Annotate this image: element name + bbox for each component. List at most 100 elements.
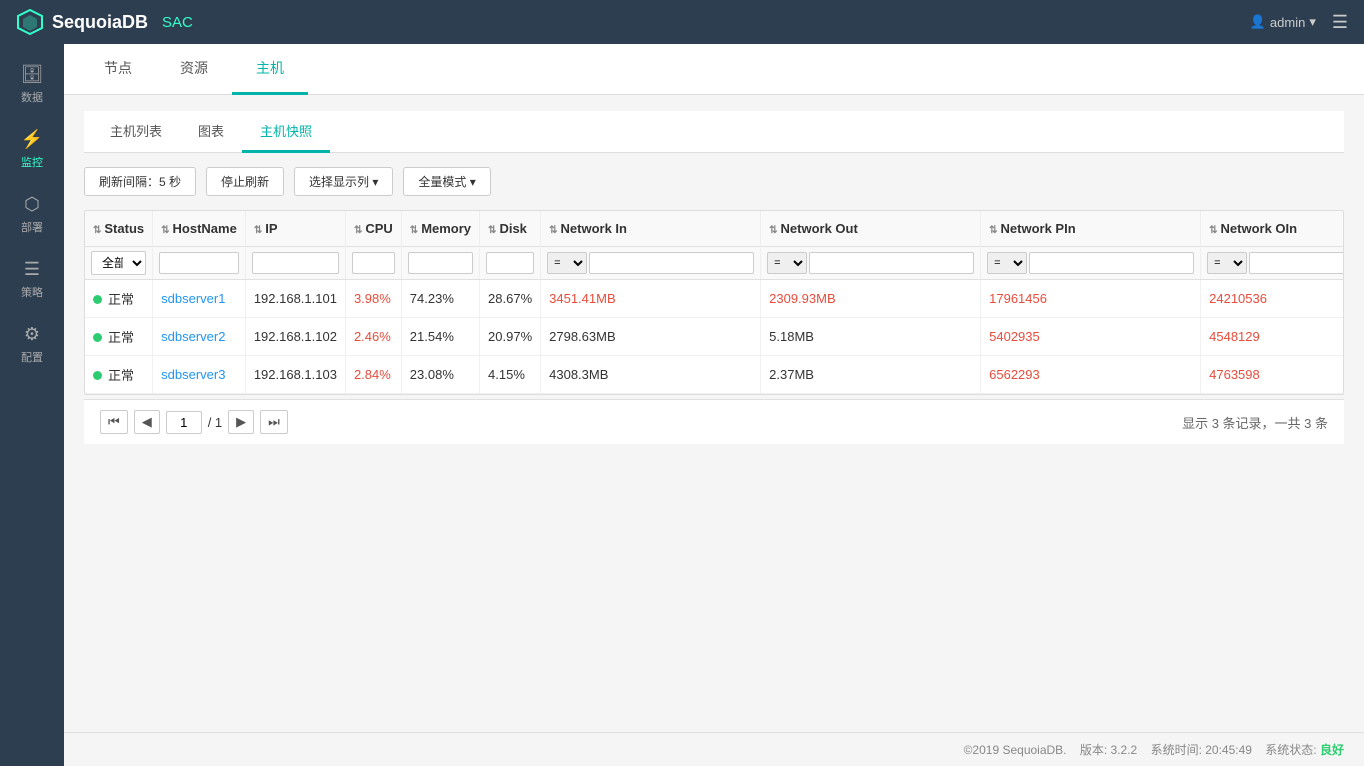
strategy-icon: ☰: [24, 259, 40, 280]
tab-node[interactable]: 节点: [80, 44, 156, 95]
col-network-pin[interactable]: ⇅Network PIn: [981, 211, 1201, 247]
table-filter-row: 全部 正常 异常: [85, 247, 1344, 280]
version-label: 版本: 3.2.2: [1080, 743, 1137, 757]
stop-refresh-button[interactable]: 停止刷新: [206, 167, 284, 196]
filter-network-oin-op[interactable]: =: [1207, 252, 1247, 274]
cell-ip: 192.168.1.103: [245, 356, 345, 394]
sub-tab-host-list[interactable]: 主机列表: [92, 111, 180, 153]
main-tab-bar: 节点 资源 主机: [64, 44, 1364, 95]
filter-memory-cell[interactable]: [401, 247, 479, 280]
cell-hostname[interactable]: sdbserver1: [153, 280, 246, 318]
sidebar-item-deploy[interactable]: ⬡ 部署: [0, 184, 64, 245]
col-hostname[interactable]: ⇅HostName: [153, 211, 246, 247]
next-page-button[interactable]: ▶: [228, 410, 254, 434]
monitor-icon: ⚡: [21, 129, 43, 150]
filter-network-oin-cell[interactable]: =: [1201, 247, 1344, 280]
last-page-button[interactable]: ⏭: [260, 410, 288, 434]
filter-cpu-cell[interactable]: [345, 247, 401, 280]
col-memory[interactable]: ⇅Memory: [401, 211, 479, 247]
record-info: 显示 3 条记录，一共 3 条: [1182, 413, 1328, 432]
hostname-link[interactable]: sdbserver2: [161, 329, 225, 344]
filter-network-out-input[interactable]: [809, 252, 974, 274]
sub-tab-bar: 主机列表 图表 主机快照: [84, 111, 1344, 153]
cell-memory: 21.54%: [401, 318, 479, 356]
footer: ©2019 SequoiaDB. 版本: 3.2.2 系统时间: 20:45:4…: [64, 732, 1364, 766]
filter-memory-input[interactable]: [408, 252, 473, 274]
filter-hostname-input[interactable]: [159, 252, 239, 274]
cell-memory: 23.08%: [401, 356, 479, 394]
cell-network-out: 5.18MB: [761, 318, 981, 356]
sidebar-item-config[interactable]: ⚙ 配置: [0, 314, 64, 375]
logo-icon: [16, 8, 44, 36]
tab-host[interactable]: 主机: [232, 44, 308, 95]
admin-button[interactable]: 👤 admin ▾: [1250, 14, 1316, 30]
col-cpu[interactable]: ⇅CPU: [345, 211, 401, 247]
sidebar-item-deploy-label: 部署: [21, 219, 43, 235]
refresh-interval-button[interactable]: 刷新间隔：5 秒: [84, 167, 196, 196]
filter-network-out-cell[interactable]: =: [761, 247, 981, 280]
status-text: 正常: [108, 292, 134, 307]
select-columns-button[interactable]: 选择显示列 ▾: [294, 167, 393, 196]
sidebar-item-monitor[interactable]: ⚡ 监控: [0, 119, 64, 180]
cell-disk: 4.15%: [480, 356, 541, 394]
status-text: 正常: [108, 330, 134, 345]
col-network-in[interactable]: ⇅Network In: [541, 211, 761, 247]
logo-area: SequoiaDB SAC: [16, 8, 193, 36]
sidebar-item-strategy[interactable]: ☰ 策略: [0, 249, 64, 310]
filter-network-in-op[interactable]: =: [547, 252, 587, 274]
status-dot: [93, 333, 102, 342]
hostname-link[interactable]: sdbserver3: [161, 367, 225, 382]
filter-network-out-op[interactable]: =: [767, 252, 807, 274]
first-page-button[interactable]: ⏮: [100, 410, 128, 434]
filter-status-cell[interactable]: 全部 正常 异常: [85, 247, 153, 280]
tab-resource[interactable]: 资源: [156, 44, 232, 95]
filter-status-select[interactable]: 全部 正常 异常: [91, 251, 146, 275]
sidebar-item-strategy-label: 策略: [21, 284, 43, 300]
top-header: SequoiaDB SAC 👤 admin ▾ ☰: [0, 0, 1364, 44]
filter-network-pin-input[interactable]: [1029, 252, 1194, 274]
copyright: ©2019 SequoiaDB.: [964, 743, 1067, 757]
filter-network-pin-cell[interactable]: =: [981, 247, 1201, 280]
filter-ip-cell[interactable]: [245, 247, 345, 280]
col-status[interactable]: ⇅Status: [85, 211, 153, 247]
col-network-oin[interactable]: ⇅Network OIn: [1201, 211, 1344, 247]
admin-icon: 👤: [1250, 14, 1266, 30]
filter-disk-input[interactable]: [486, 252, 534, 274]
cell-hostname[interactable]: sdbserver3: [153, 356, 246, 394]
filter-disk-cell[interactable]: [480, 247, 541, 280]
sub-tab-chart[interactable]: 图表: [180, 111, 242, 153]
filter-cpu-input[interactable]: [352, 252, 395, 274]
page-number-input[interactable]: [166, 411, 202, 434]
filter-network-oin-input[interactable]: [1249, 252, 1344, 274]
cell-network-in: 2798.63MB: [541, 318, 761, 356]
filter-network-in-cell[interactable]: =: [541, 247, 761, 280]
table-body: 正常sdbserver1192.168.1.1013.98%74.23%28.6…: [85, 280, 1344, 394]
main-content: 节点 资源 主机 主机列表 图表 主机快照 刷新间隔：5 秒 停止刷新 选择显示…: [64, 44, 1364, 766]
filter-network-in-input[interactable]: [589, 252, 754, 274]
filter-hostname-cell[interactable]: [153, 247, 246, 280]
filter-ip-input[interactable]: [252, 252, 339, 274]
cell-cpu: 3.98%: [345, 280, 401, 318]
cell-network-pin: 5402935: [981, 318, 1201, 356]
full-mode-button[interactable]: 全量模式 ▾: [403, 167, 490, 196]
admin-caret: ▾: [1309, 14, 1316, 30]
cell-network-out: 2309.93MB: [761, 280, 981, 318]
logo-text: SequoiaDB: [52, 12, 148, 33]
status-dot: [93, 371, 102, 380]
sidebar-item-data[interactable]: 🗄 数据: [0, 54, 64, 115]
pagination-bar: ⏮ ◀ / 1 ▶ ⏭ 显示 3 条记录，一共 3 条: [84, 399, 1344, 444]
prev-page-button[interactable]: ◀: [134, 410, 160, 434]
cell-hostname[interactable]: sdbserver2: [153, 318, 246, 356]
hostname-link[interactable]: sdbserver1: [161, 291, 225, 306]
sub-tab-host-snapshot[interactable]: 主机快照: [242, 111, 330, 153]
col-disk[interactable]: ⇅Disk: [480, 211, 541, 247]
header-right: 👤 admin ▾ ☰: [1250, 12, 1348, 33]
data-table: ⇅Status ⇅HostName ⇅IP ⇅CPU ⇅Memory ⇅Disk…: [85, 211, 1344, 394]
menu-icon[interactable]: ☰: [1332, 12, 1348, 33]
col-network-out[interactable]: ⇅Network Out: [761, 211, 981, 247]
filter-network-pin-op[interactable]: =: [987, 252, 1027, 274]
cell-disk: 20.97%: [480, 318, 541, 356]
cell-network-in: 4308.3MB: [541, 356, 761, 394]
col-ip[interactable]: ⇅IP: [245, 211, 345, 247]
status-dot: [93, 295, 102, 304]
